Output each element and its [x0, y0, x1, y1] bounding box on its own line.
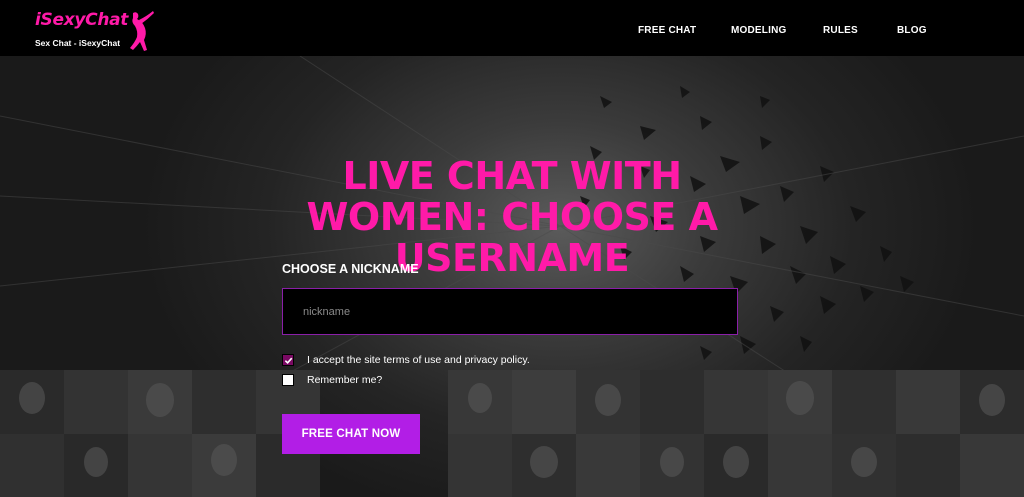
remember-checkbox[interactable]: [282, 374, 294, 386]
checkmark-icon: [284, 357, 292, 364]
nav-modeling[interactable]: MODELING: [731, 25, 787, 36]
site-header: iSexyChat Sex Chat - iSexyChat FREE CHAT…: [0, 0, 1024, 56]
background-photo-tiles: [0, 370, 1024, 497]
free-chat-now-button[interactable]: FREE CHAT NOW: [282, 414, 420, 454]
hero-section: LIVE CHAT WITH WOMEN: CHOOSE A USERNAME: [0, 56, 1024, 497]
terms-label[interactable]: I accept the site terms of use and priva…: [307, 354, 530, 366]
nav-blog[interactable]: BLOG: [897, 25, 927, 36]
nav-rules[interactable]: RULES: [823, 25, 858, 36]
remember-label[interactable]: Remember me?: [307, 374, 382, 386]
terms-checkbox[interactable]: [282, 354, 294, 366]
page-headline: LIVE CHAT WITH WOMEN: CHOOSE A USERNAME: [306, 154, 718, 280]
main-nav: FREE CHAT MODELING RULES BLOG: [0, 0, 1024, 56]
nickname-input[interactable]: [282, 288, 738, 335]
nav-free-chat[interactable]: FREE CHAT: [638, 25, 696, 36]
nickname-label: CHOOSE A NICKNAME: [282, 262, 419, 276]
